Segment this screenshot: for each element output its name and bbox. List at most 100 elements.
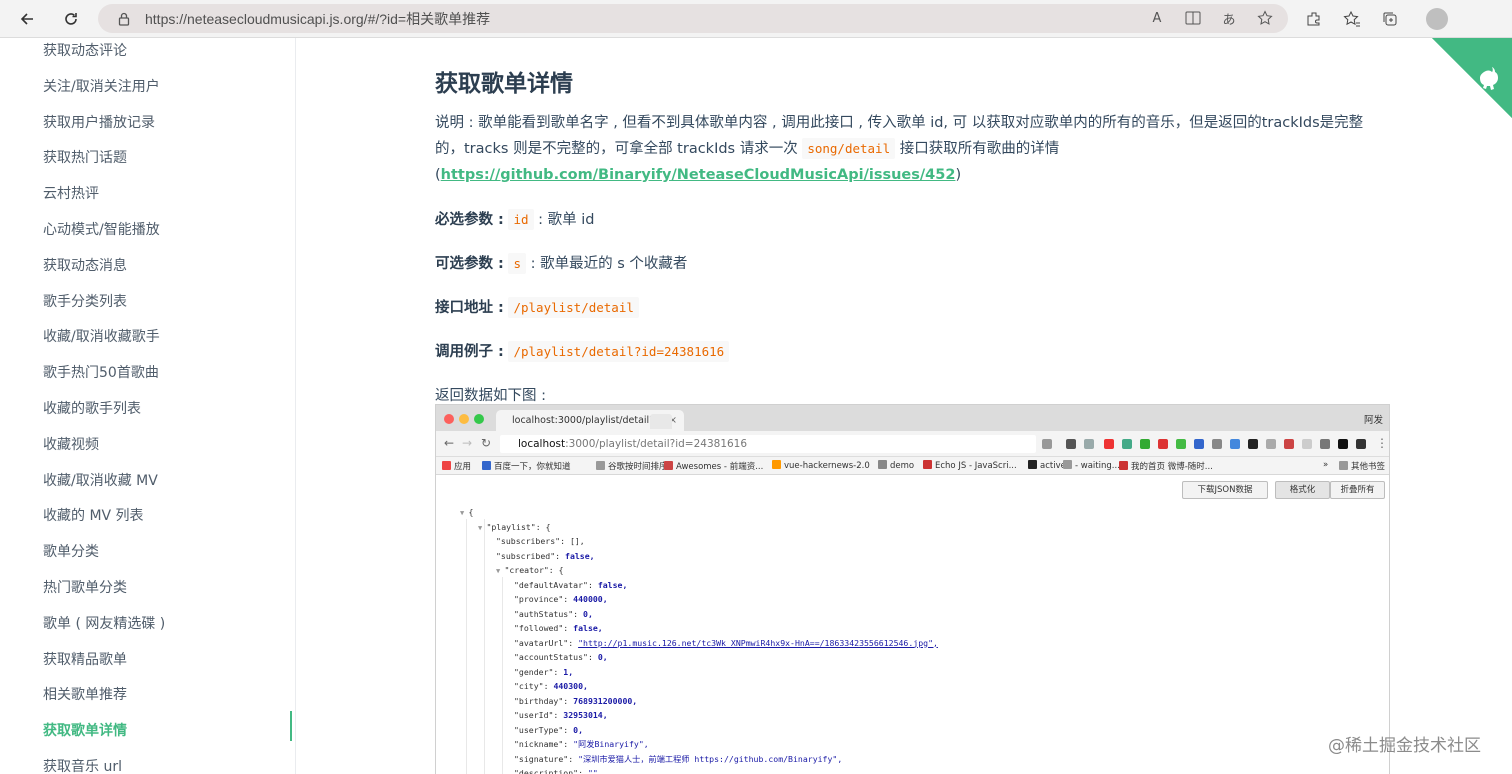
json-line-text: "subscribers": [], <box>496 536 585 546</box>
json-line-text: "defaultAvatar": false, <box>514 579 628 590</box>
active-indicator <box>290 711 292 741</box>
screenshot-menu-icon: ⋮ <box>1376 436 1388 450</box>
description-text-2: 接口获取所有歌曲的详情 <box>899 141 1060 157</box>
json-line: "gender": 1, <box>514 665 573 680</box>
sidebar-item[interactable]: 热门歌单分类 <box>43 571 165 607</box>
screenshot-navbar: ← → ↻ localhost:3000/playlist/detail?id=… <box>436 431 1389 457</box>
favorites-icon[interactable] <box>1342 9 1362 29</box>
sidebar-item[interactable]: 收藏/取消收藏 MV <box>43 464 165 500</box>
inline-code-song-detail: song/detail <box>802 138 896 159</box>
sidebar-item[interactable]: 相关歌单推荐 <box>43 678 165 714</box>
watermark: @稀土掘金技术社区 <box>1328 736 1481 756</box>
ext-icon-17 <box>1338 439 1348 449</box>
required-text: : 歌单 id <box>538 212 595 228</box>
sidebar-item[interactable]: 收藏视频 <box>43 428 165 464</box>
sidebar-item[interactable]: 获取动态消息 <box>43 249 165 285</box>
required-params: 必选参数 : id : 歌单 id <box>435 198 1375 242</box>
github-corner-icon[interactable] <box>1432 38 1512 118</box>
sidebar-item[interactable]: 收藏/取消收藏歌手 <box>43 320 165 356</box>
screenshot-tab-title: localhost:3000/playlist/detail?i <box>512 415 657 426</box>
bookmark-label: demo <box>890 461 915 471</box>
bookmark-favicon-icon <box>878 460 887 469</box>
json-line-text: "signature": "深圳市爱猫人士，前端工程师 https://gith… <box>514 753 843 764</box>
extensions-icon[interactable] <box>1304 9 1324 29</box>
bookmark-item: demo <box>878 460 914 471</box>
optional-params: 可选参数 : s : 歌单最近的 s 个收藏者 <box>435 242 1375 286</box>
json-line: "authStatus": 0, <box>514 607 593 622</box>
url-text[interactable]: https://neteasecloudmusicapi.js.org/#/?i… <box>145 9 490 29</box>
json-line: "userId": 32953014, <box>514 708 608 723</box>
json-line: "followed": false, <box>514 621 603 636</box>
json-line: "subscribers": [], <box>496 534 585 549</box>
endpoint: 接口地址 : /playlist/detail <box>435 286 1375 330</box>
bookmark-item: Echo JS - JavaScri... <box>923 460 1017 471</box>
ext-icon-14 <box>1284 439 1294 449</box>
ext-icon-12 <box>1248 439 1258 449</box>
ext-icon-7 <box>1158 439 1168 449</box>
link-close-paren: ) <box>955 167 962 183</box>
json-line: "province": 440000, <box>514 592 608 607</box>
sidebar-item[interactable]: 收藏的 MV 列表 <box>43 499 165 535</box>
json-guide-2 <box>484 519 485 774</box>
screenshot-reload-icon: ↻ <box>481 436 492 450</box>
screenshot-url-host: localhost <box>518 438 566 450</box>
bookmark-favicon-icon <box>772 460 781 469</box>
bookmark-label: 谷歌按时间排序 <box>608 462 668 472</box>
sidebar-item[interactable]: 获取歌单详情 <box>43 714 165 750</box>
refresh-icon <box>65 12 77 25</box>
sidebar-item[interactable]: 歌手分类列表 <box>43 285 165 321</box>
sidebar-item[interactable]: 获取用户播放记录 <box>43 106 165 142</box>
ext-icon-3 <box>1084 439 1094 449</box>
bookmark-label: 我的首页 微博-随时... <box>1131 462 1213 472</box>
sidebar-item[interactable]: 歌单分类 <box>43 535 165 571</box>
bookmark-favicon-icon <box>442 461 451 470</box>
ext-icon-11 <box>1230 439 1240 449</box>
favorite-add-icon[interactable] <box>1256 9 1274 27</box>
read-aloud-icon[interactable]: A <box>1148 9 1166 27</box>
bookmark-label: Awesomes - 前端资... <box>676 462 764 472</box>
json-guide-1 <box>466 519 467 774</box>
sidebar-item[interactable]: 获取动态评论 <box>43 38 165 70</box>
bookmark-label: 应用 <box>454 462 472 472</box>
issue-link[interactable]: https://github.com/Binaryify/NeteaseClou… <box>441 167 956 183</box>
ext-icon-18 <box>1356 439 1366 449</box>
optional-text: : 歌单最近的 s 个收藏者 <box>530 256 688 272</box>
json-line: ▼ { <box>460 505 473 520</box>
main-content: 获取歌单详情 说明 : 歌单能看到歌单名字 , 但看不到具体歌单内容 , 调用此… <box>435 38 1375 418</box>
json-line: "defaultAvatar": false, <box>514 578 627 593</box>
screenshot-bookmarks: 应用 百度一下，你就知道 谷歌按时间排序 Awesomes - 前端资... vue-h… <box>436 457 1389 475</box>
json-line: "userType": 0, <box>514 723 583 738</box>
sidebar-item[interactable]: 获取音乐 url <box>43 750 165 774</box>
sidebar-item[interactable]: 歌单 ( 网友精选碟 ) <box>43 607 165 643</box>
sidebar-item[interactable]: 关注/取消关注用户 <box>43 70 165 106</box>
collections-icon[interactable] <box>1380 9 1400 29</box>
page-title: 获取歌单详情 <box>435 71 573 97</box>
translate-icon[interactable]: あ <box>1220 9 1238 28</box>
sidebar-item[interactable]: 收藏的歌手列表 <box>43 392 165 428</box>
reader-view-icon[interactable] <box>1184 9 1202 27</box>
sidebar-item[interactable]: 云村热评 <box>43 177 165 213</box>
json-line-text: "birthday": 768931200000, <box>514 695 638 706</box>
bookmark-favicon-icon <box>664 461 673 470</box>
json-line-text: "subscribed": false, <box>496 550 595 561</box>
sidebar-item[interactable]: 歌手热门50首歌曲 <box>43 356 165 392</box>
bookmark-item: Awesomes - 前端资... <box>664 460 763 472</box>
sidebar-item[interactable]: 获取精品歌单 <box>43 643 165 679</box>
bookmark-label: vue-hackernews-2.0 <box>784 461 870 471</box>
download-json-button: 下载JSON数据 <box>1182 481 1268 499</box>
screenshot-url-path: :3000/playlist/detail?id=24381616 <box>565 438 748 450</box>
bookmark-favicon-icon <box>1028 460 1037 469</box>
address-bar[interactable]: https://neteasecloudmusicapi.js.org/#/?i… <box>98 4 1288 33</box>
json-line-text: "description": "", <box>514 768 603 774</box>
screenshot-url: localhost:3000/playlist/detail?id=243816… <box>500 435 1036 453</box>
sidebar-item[interactable]: 获取热门话题 <box>43 141 165 177</box>
back-button[interactable] <box>8 0 46 38</box>
sidebar-item[interactable]: 心动模式/智能播放 <box>43 213 165 249</box>
zoom-dot <box>474 414 484 424</box>
json-line: ▼ "playlist": { <box>478 520 551 535</box>
screenshot-tabbar: localhost:3000/playlist/detail?i × 阿发 <box>436 405 1389 431</box>
example-code: /playlist/detail?id=24381616 <box>508 341 730 362</box>
profile-avatar[interactable] <box>1426 8 1448 30</box>
bookmark-item: 百度一下，你就知道 <box>482 460 571 472</box>
refresh-button[interactable] <box>52 0 90 38</box>
